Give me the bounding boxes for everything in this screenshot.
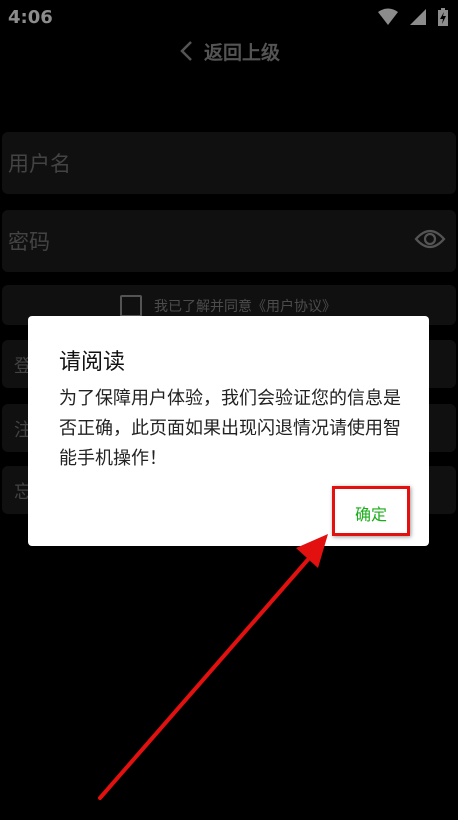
login-screen: 4:06 返回上级 我 bbox=[0, 0, 458, 820]
red-arrow-annotation bbox=[98, 534, 328, 800]
